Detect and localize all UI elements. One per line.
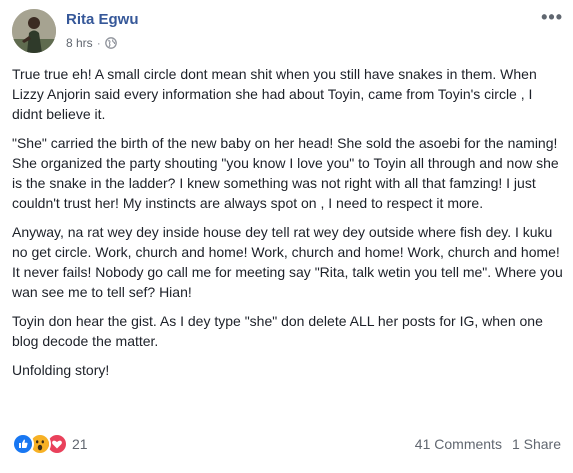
post-meta: 8 hrs · (66, 36, 117, 50)
facebook-post: Rita Egwu 8 hrs · ••• True true eh! A sm… (0, 0, 573, 473)
timestamp[interactable]: 8 hrs (66, 36, 93, 50)
like-icon (12, 433, 34, 455)
reaction-summary[interactable]: 21 (12, 433, 88, 455)
post-paragraph: True true eh! A small circle dont mean s… (12, 66, 537, 122)
profile-photo (12, 9, 56, 53)
engagement-links: 41 Comments 1 Share (415, 436, 561, 452)
meta-separator: · (96, 36, 101, 50)
post-footer: 21 41 Comments 1 Share (12, 432, 561, 456)
post-body: True true eh! A small circle dont mean s… (12, 64, 564, 389)
comments-link[interactable]: 41 Comments (415, 436, 502, 452)
more-options-button[interactable]: ••• (541, 8, 563, 26)
post-paragraph: Toyin don hear the gist. As I dey type "… (12, 313, 543, 349)
avatar[interactable] (12, 9, 56, 53)
shares-link[interactable]: 1 Share (512, 436, 561, 452)
post-paragraph: "She" carried the birth of the new baby … (12, 135, 559, 211)
post-paragraph: Anyway, na rat wey dey inside house dey … (12, 224, 563, 300)
post-paragraph: Unfolding story! (12, 362, 110, 378)
author-name[interactable]: Rita Egwu (66, 11, 139, 28)
globe-icon (104, 37, 117, 49)
reaction-count: 21 (72, 436, 88, 452)
